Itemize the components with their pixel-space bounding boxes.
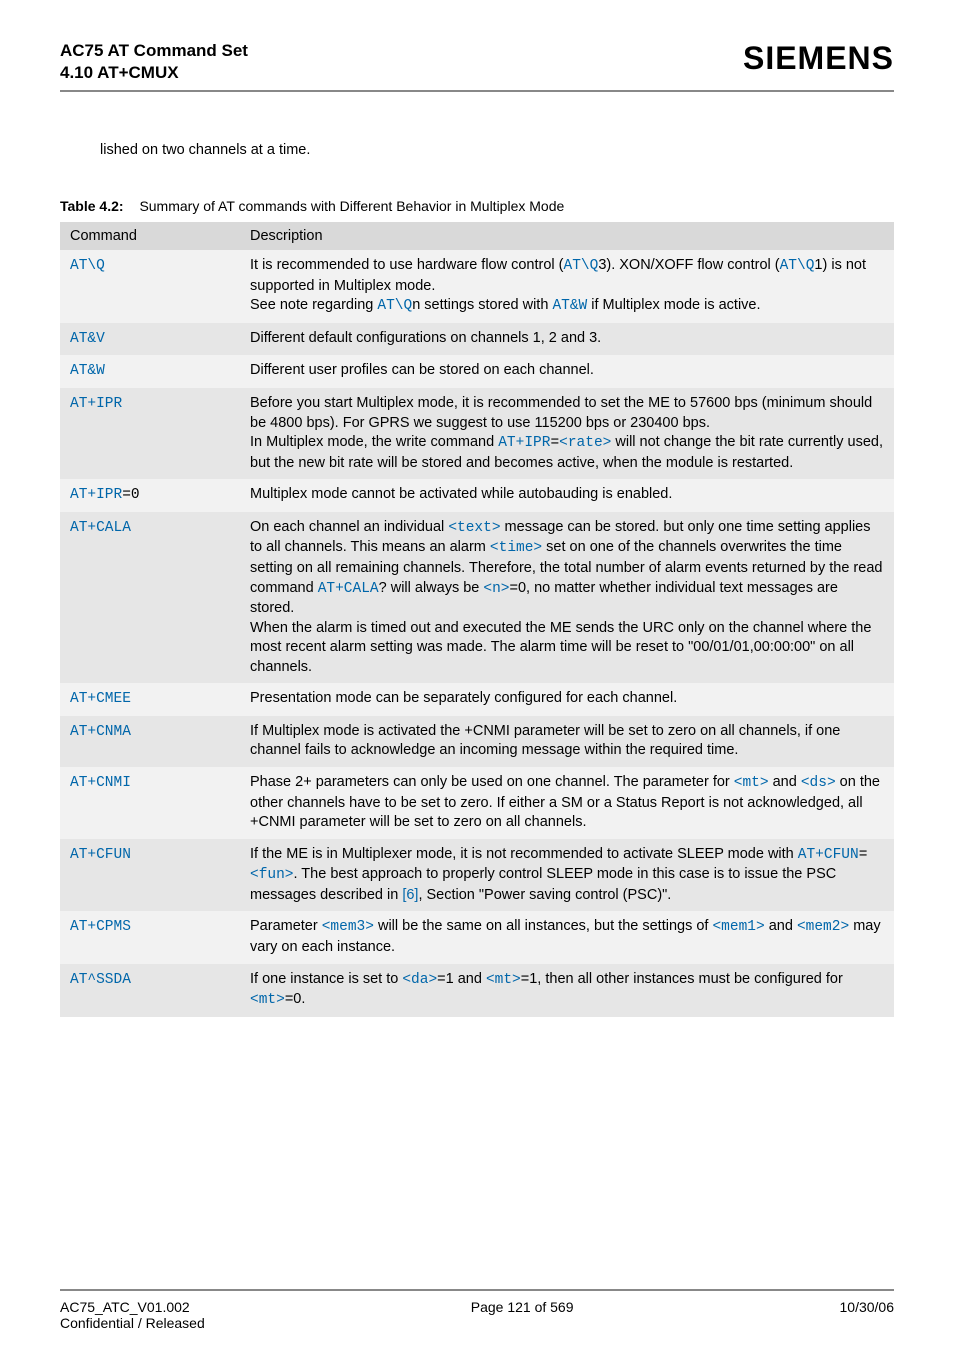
table-caption-text: Summary of AT commands with Different Be… — [139, 198, 564, 214]
cell-desc: If Multiplex mode is activated the +CNMI… — [240, 716, 894, 767]
title-line-1: AC75 AT Command Set — [60, 40, 248, 62]
footer-center: Page 121 of 569 — [205, 1299, 840, 1331]
table-header-row: Command Description — [60, 222, 894, 250]
col-description: Description — [240, 222, 894, 250]
table-row: AT+CNMI Phase 2+ parameters can only be … — [60, 767, 894, 839]
brand-logo: SIEMENS — [743, 40, 894, 77]
cell-desc: If the ME is in Multiplexer mode, it is … — [240, 839, 894, 912]
cmd-link[interactable]: AT^SSDA — [70, 972, 131, 988]
table-row: AT+CMEE Presentation mode can be separat… — [60, 683, 894, 716]
table-row: AT+CALA On each channel an individual <t… — [60, 512, 894, 684]
cell-desc: Different default configurations on chan… — [240, 323, 894, 356]
table-row: AT+IPR Before you start Multiplex mode, … — [60, 388, 894, 479]
cell-desc: Multiplex mode cannot be activated while… — [240, 479, 894, 512]
page-footer: AC75_ATC_V01.002 Confidential / Released… — [60, 1299, 894, 1331]
cell-desc: On each channel an individual <text> mes… — [240, 512, 894, 684]
table-row: AT^SSDA If one instance is set to <da>=1… — [60, 964, 894, 1017]
cell-desc: Parameter <mem3> will be the same on all… — [240, 911, 894, 963]
table-row: AT+CFUN If the ME is in Multiplexer mode… — [60, 839, 894, 912]
title-line-2: 4.10 AT+CMUX — [60, 62, 248, 84]
table-row: AT+CPMS Parameter <mem3> will be the sam… — [60, 911, 894, 963]
cmd-link[interactable]: AT+CALA — [70, 520, 131, 536]
cell-desc: Different user profiles can be stored on… — [240, 355, 894, 388]
cell-desc: Phase 2+ parameters can only be used on … — [240, 767, 894, 839]
footer-divider — [60, 1289, 894, 1291]
cmd-link[interactable]: AT+IPR — [70, 396, 122, 412]
cmd-link[interactable]: AT+CPMS — [70, 919, 131, 935]
table-row: AT&W Different user profiles can be stor… — [60, 355, 894, 388]
footer-right: 10/30/06 — [840, 1299, 895, 1331]
cell-desc: Presentation mode can be separately conf… — [240, 683, 894, 716]
cmd-link[interactable]: AT+CMEE — [70, 691, 131, 707]
header-divider — [60, 90, 894, 92]
intro-text: lished on two channels at a time. — [100, 142, 894, 158]
cmd-link[interactable]: AT\Q — [70, 258, 105, 274]
col-command: Command — [60, 222, 240, 250]
cmd-link[interactable]: AT&W — [70, 363, 105, 379]
commands-table: Command Description AT\Q It is recommend… — [60, 222, 894, 1016]
table-caption: Table 4.2: Summary of AT commands with D… — [60, 198, 894, 214]
table-row: AT+IPR=0 Multiplex mode cannot be activa… — [60, 479, 894, 512]
page-header: AC75 AT Command Set 4.10 AT+CMUX SIEMENS — [60, 40, 894, 84]
cmd-link[interactable]: AT+CFUN — [70, 847, 131, 863]
cmd-link[interactable]: AT+IPR — [70, 487, 122, 503]
cmd-link[interactable]: AT+CNMI — [70, 775, 131, 791]
cmd-link[interactable]: AT+CNMA — [70, 724, 131, 740]
table-row: AT&V Different default configurations on… — [60, 323, 894, 356]
table-row: AT+CNMA If Multiplex mode is activated t… — [60, 716, 894, 767]
cell-desc: If one instance is set to <da>=1 and <mt… — [240, 964, 894, 1017]
cell-desc: Before you start Multiplex mode, it is r… — [240, 388, 894, 479]
cmd-link[interactable]: AT&V — [70, 331, 105, 347]
table-row: AT\Q It is recommended to use hardware f… — [60, 250, 894, 323]
footer-left: AC75_ATC_V01.002 Confidential / Released — [60, 1299, 205, 1331]
table-label: Table 4.2: — [60, 198, 124, 214]
header-title: AC75 AT Command Set 4.10 AT+CMUX — [60, 40, 248, 84]
cell-desc: It is recommended to use hardware flow c… — [240, 250, 894, 323]
